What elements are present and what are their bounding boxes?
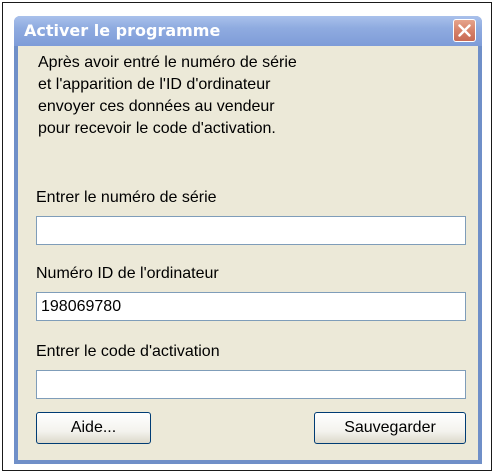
close-button[interactable]: [453, 19, 476, 42]
save-button[interactable]: Sauvegarder: [314, 412, 466, 444]
instruction-line: pour recevoir le code d'activation.: [38, 120, 276, 137]
activation-code-label: Entrer le code d'activation: [36, 343, 220, 360]
computer-id-label: Numéro ID de l'ordinateur: [36, 265, 219, 282]
serial-number-input[interactable]: [36, 216, 466, 245]
help-button[interactable]: Aide...: [36, 412, 151, 444]
computer-id-input[interactable]: [36, 292, 466, 321]
activation-code-input[interactable]: [36, 370, 466, 399]
window-title: Activer le programme: [24, 21, 221, 40]
instruction-line: Après avoir entré le numéro de série: [38, 54, 297, 71]
activation-dialog: Activer le programme Après avoir entré l…: [14, 16, 482, 464]
instruction-line: envoyer ces données au vendeur: [38, 98, 275, 115]
serial-number-label: Entrer le numéro de série: [36, 189, 217, 206]
instructions-text: Après avoir entré le numéro de série et …: [38, 52, 458, 140]
instruction-line: et l'apparition de l'ID d'ordinateur: [38, 76, 271, 93]
close-x-icon: [458, 24, 471, 37]
title-bar[interactable]: Activer le programme: [14, 16, 482, 46]
